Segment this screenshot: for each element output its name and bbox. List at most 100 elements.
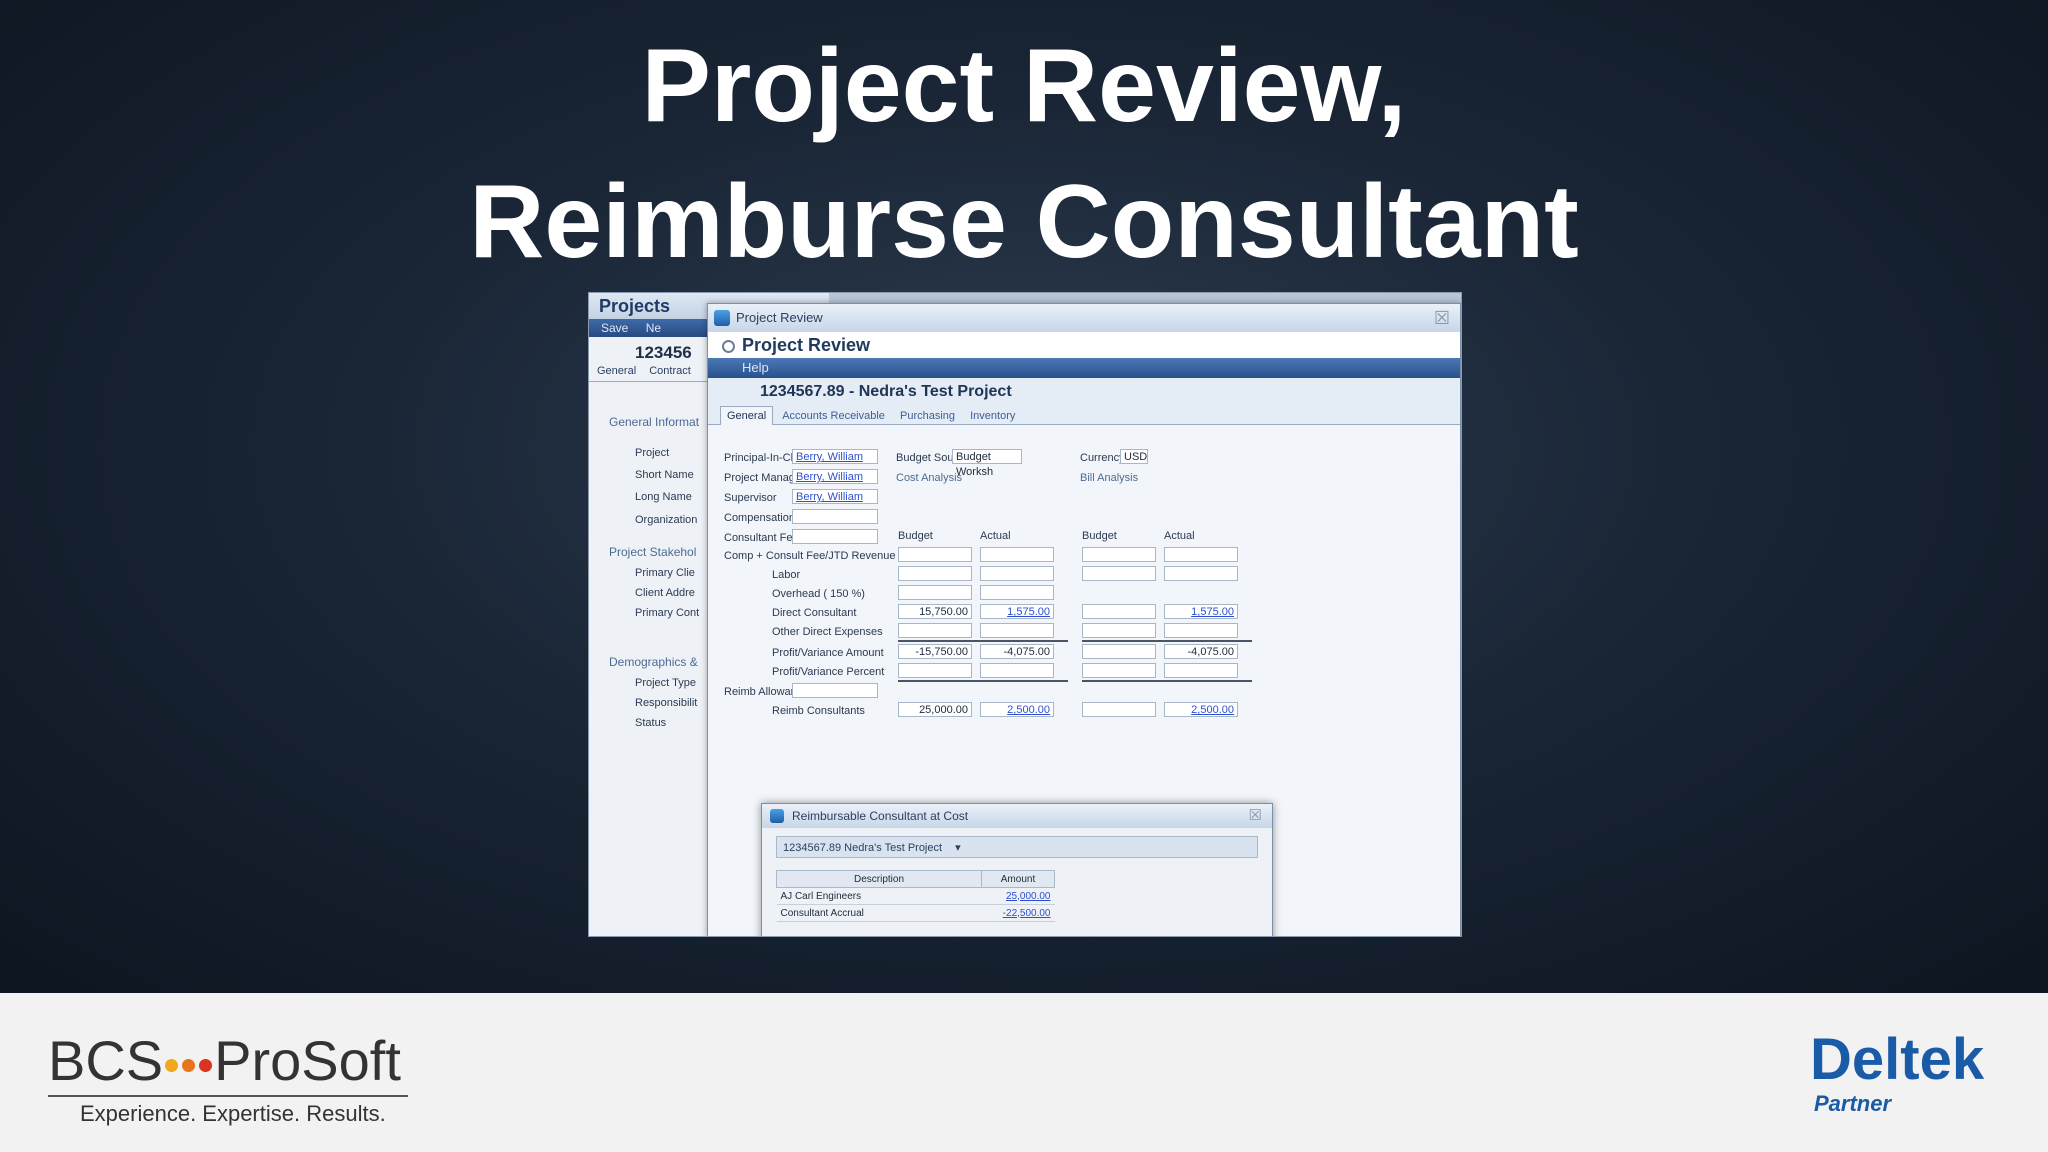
logo-dot xyxy=(165,1058,179,1072)
labor-cost-budget xyxy=(898,566,972,581)
col-amount[interactable]: Amount xyxy=(981,870,1055,888)
bcs-text: BCS xyxy=(48,1029,164,1092)
supervisor-field[interactable]: Berry, William xyxy=(792,489,878,504)
label-compensation: Compensation xyxy=(724,512,795,524)
label-other-direct: Other Direct Expenses xyxy=(772,626,883,638)
profit-cost-actual: -4,075.00 xyxy=(980,644,1054,659)
prosoft-text: ProSoft xyxy=(214,1029,401,1092)
other-direct-bill-budget xyxy=(1082,623,1156,638)
compensation-field[interactable] xyxy=(792,509,878,524)
label-short-name: Short Name xyxy=(635,469,694,481)
bill-subtotal-rule xyxy=(1082,640,1252,642)
profit-pct-bill-budget xyxy=(1082,663,1156,678)
group-stakeholders: Project Stakehol xyxy=(609,545,697,559)
budget-source-field[interactable]: Budget Worksh xyxy=(952,449,1022,478)
title-text: Project Review xyxy=(742,335,871,355)
project-review-caption: Project Review ☒ xyxy=(708,304,1460,332)
slide-title: Project Review, Reimburse Consultant xyxy=(0,18,2048,290)
principal-field[interactable]: Berry, William xyxy=(792,449,878,464)
app-icon xyxy=(714,310,730,326)
help-button[interactable]: Help xyxy=(742,360,769,375)
title-line-2: Reimburse Consultant xyxy=(469,164,1579,280)
labor-bill-budget xyxy=(1082,566,1156,581)
bcs-prosoft-logo: BCS ProSoft Experience. Expertise. Result… xyxy=(48,1031,428,1131)
group-demographics: Demographics & xyxy=(609,655,698,669)
group-general-info: General Informat xyxy=(609,415,700,429)
bcs-tagline: Experience. Expertise. Results. xyxy=(80,1101,386,1126)
profit-cost-budget: -15,750.00 xyxy=(898,644,972,659)
tab-general[interactable]: General xyxy=(720,406,774,425)
label-status: Status xyxy=(635,717,667,729)
label-direct-consultant: Direct Consultant xyxy=(772,607,857,619)
profit-bill-actual: -4,075.00 xyxy=(1164,644,1238,659)
close-icon[interactable]: ☒ xyxy=(1434,304,1450,332)
direct-consultant-bill-actual[interactable]: 1,575.00 xyxy=(1164,604,1238,619)
other-direct-cost-actual xyxy=(980,623,1054,638)
reimb-cost-budget: 25,000.00 xyxy=(898,702,972,717)
project-manager-field[interactable]: Berry, William xyxy=(792,469,878,484)
label-project: Project xyxy=(635,447,670,459)
label-client-address: Client Addre xyxy=(635,587,695,599)
popup-project-selector[interactable]: 1234567.89 Nedra's Test Project ▾ xyxy=(776,836,1258,858)
tab-inventory[interactable]: Inventory xyxy=(964,407,1021,425)
other-direct-cost-budget xyxy=(898,623,972,638)
reimb-allowance-field[interactable] xyxy=(792,683,878,698)
row-amount[interactable]: -22,500.00 xyxy=(981,904,1055,922)
new-button[interactable]: Ne xyxy=(646,321,661,335)
bcs-logo-name: BCS ProSoft xyxy=(48,1031,428,1091)
tab-contract[interactable]: Contract xyxy=(649,365,691,377)
direct-consultant-cost-actual[interactable]: 1,575.00 xyxy=(980,604,1054,619)
bill-budget-header: Budget xyxy=(1082,530,1117,542)
cost-budget-header: Budget xyxy=(898,530,933,542)
logo-dot xyxy=(199,1058,213,1072)
row-amount[interactable]: 25,000.00 xyxy=(981,887,1055,905)
comp-bill-actual xyxy=(1164,547,1238,562)
popup-caption: Reimbursable Consultant at Cost ☒ xyxy=(762,804,1272,828)
currency-field[interactable]: USD xyxy=(1120,449,1148,464)
caption-text: Project Review xyxy=(736,310,823,325)
popup-app-icon xyxy=(770,809,784,823)
label-primary-contact: Primary Cont xyxy=(635,607,700,619)
popup-close-icon[interactable]: ☒ xyxy=(1249,804,1262,828)
col-description[interactable]: Description xyxy=(776,870,982,888)
screenshot-image: Projects Save Ne 123456 General Contract… xyxy=(588,292,1462,937)
reimb-cost-actual[interactable]: 2,500.00 xyxy=(980,702,1054,717)
reimb-bill-actual[interactable]: 2,500.00 xyxy=(1164,702,1238,717)
cost-subtotal-rule xyxy=(898,640,1068,642)
label-currency: Currency xyxy=(1080,452,1125,464)
deltek-partner: Partner xyxy=(1814,1091,1892,1116)
bill-total-rule xyxy=(1082,680,1252,682)
tab-general[interactable]: General xyxy=(597,365,636,377)
table-row[interactable]: AJ Carl Engineers 25,000.00 xyxy=(776,887,1055,905)
profit-pct-bill-actual xyxy=(1164,663,1238,678)
tab-purchasing[interactable]: Purchasing xyxy=(894,407,961,425)
label-profit-amount: Profit/Variance Amount xyxy=(772,647,884,659)
label-primary-client: Primary Clie xyxy=(635,567,695,579)
save-button[interactable]: Save xyxy=(601,321,628,335)
cost-total-rule xyxy=(898,680,1068,682)
tab-accounts-receivable[interactable]: Accounts Receivable xyxy=(776,407,891,425)
deltek-partner-logo: Deltek Partner xyxy=(1810,1029,2010,1117)
overhead-cost-budget xyxy=(898,585,972,600)
labor-bill-actual xyxy=(1164,566,1238,581)
labor-cost-actual xyxy=(980,566,1054,581)
title-line-1: Project Review, xyxy=(641,28,1407,144)
comp-cost-actual xyxy=(980,547,1054,562)
review-tabs: General Accounts Receivable Purchasing I… xyxy=(708,406,1460,425)
refresh-icon[interactable] xyxy=(722,340,735,353)
table-row[interactable]: Consultant Accrual -22,500.00 xyxy=(776,904,1055,922)
comp-bill-budget xyxy=(1082,547,1156,562)
label-responsibility: Responsibilit xyxy=(635,697,698,709)
bill-analysis-heading: Bill Analysis xyxy=(1080,472,1139,484)
slide-background: Project Review, Reimburse Consultant Pro… xyxy=(0,0,2048,993)
label-labor: Labor xyxy=(772,569,801,581)
logo-rule xyxy=(48,1095,408,1097)
label-comp-consult: Comp + Consult Fee/JTD Revenue xyxy=(724,550,896,562)
logo-dot xyxy=(182,1058,196,1072)
row-description: Consultant Accrual xyxy=(776,904,982,922)
row-description: AJ Carl Engineers xyxy=(776,887,982,905)
overhead-cost-actual xyxy=(980,585,1054,600)
consultant-fee-field[interactable] xyxy=(792,529,878,544)
profit-pct-cost-budget xyxy=(898,663,972,678)
direct-consultant-cost-budget: 15,750.00 xyxy=(898,604,972,619)
